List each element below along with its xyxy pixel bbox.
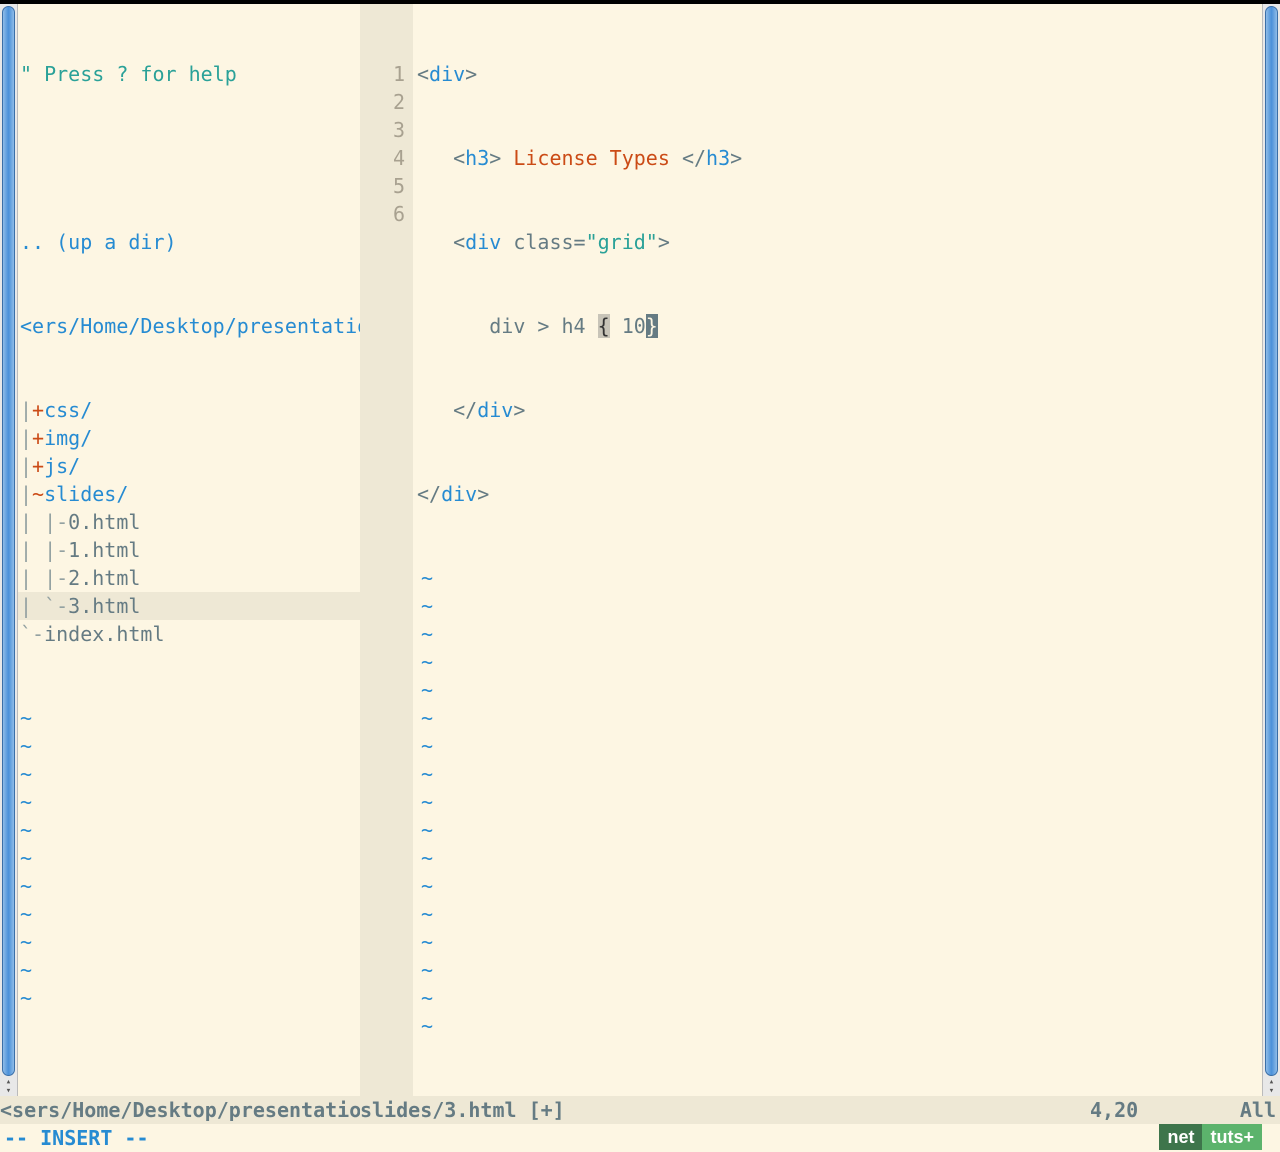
code-line-6: </div> bbox=[417, 480, 1262, 508]
nettuts-logo: net tuts+ bbox=[1159, 1124, 1262, 1150]
tree-entry-3html[interactable]: | `-3.html bbox=[18, 592, 360, 620]
empty-line: ~ bbox=[417, 928, 1262, 956]
tree-help-line: " Press ? for help bbox=[18, 60, 360, 88]
scrollbar-left[interactable]: ▴▾ bbox=[0, 4, 18, 1096]
heading-text: License Types bbox=[501, 146, 682, 170]
empty-line: ~ bbox=[417, 984, 1262, 1012]
code-line-3: <div class="grid"> bbox=[417, 228, 1262, 256]
empty-line: ~ bbox=[18, 872, 360, 900]
code-line-1: <div> bbox=[417, 60, 1262, 88]
empty-line: ~ bbox=[417, 956, 1262, 984]
tree-entry-css[interactable]: |+css/ bbox=[18, 396, 360, 424]
empty-line: ~ bbox=[18, 788, 360, 816]
empty-line: ~ bbox=[417, 788, 1262, 816]
scroll-thumb-right[interactable] bbox=[1265, 6, 1278, 1076]
status-cwd: <sers/Home/Desktop/presentation bbox=[0, 1096, 360, 1124]
status-bar: <sers/Home/Desktop/presentation slides/3… bbox=[0, 1096, 1280, 1124]
scrollbar-right[interactable]: ▴▾ bbox=[1262, 4, 1280, 1096]
line-number: 6 bbox=[363, 200, 405, 228]
empty-line: ~ bbox=[417, 1012, 1262, 1040]
empty-line: ~ bbox=[18, 956, 360, 984]
code-area[interactable]: <div> <h3> License Types </h3> <div clas… bbox=[413, 4, 1262, 1096]
tree-help-quote: " bbox=[20, 62, 44, 86]
empty-line: ~ bbox=[18, 732, 360, 760]
empty-line: ~ bbox=[417, 900, 1262, 928]
code-editor-pane[interactable]: 123456 <div> <h3> License Types </h3> <d… bbox=[363, 4, 1262, 1096]
tree-entry-2html[interactable]: | |-2.html bbox=[18, 564, 360, 592]
empty-line: ~ bbox=[417, 676, 1262, 704]
empty-line: ~ bbox=[18, 816, 360, 844]
tree-entry-indexhtml[interactable]: `-index.html bbox=[18, 620, 360, 648]
status-filename: slides/3.html [+] bbox=[360, 1096, 1090, 1124]
code-line-2: <h3> License Types </h3> bbox=[417, 144, 1262, 172]
empty-line: ~ bbox=[417, 872, 1262, 900]
tree-entry-img[interactable]: |+img/ bbox=[18, 424, 360, 452]
empty-line: ~ bbox=[18, 984, 360, 1012]
empty-line: ~ bbox=[417, 844, 1262, 872]
empty-line: ~ bbox=[417, 732, 1262, 760]
empty-line: ~ bbox=[417, 620, 1262, 648]
empty-line: ~ bbox=[18, 900, 360, 928]
empty-line: ~ bbox=[18, 704, 360, 732]
empty-line: ~ bbox=[18, 928, 360, 956]
line-number-gutter: 123456 bbox=[363, 4, 413, 1096]
file-tree-pane[interactable]: " Press ? for help .. (up a dir) <ers/Ho… bbox=[18, 4, 360, 1096]
empty-line: ~ bbox=[417, 760, 1262, 788]
status-scroll-pct: All bbox=[1230, 1096, 1280, 1124]
line-number: 1 bbox=[363, 60, 405, 88]
line-number: 4 bbox=[363, 144, 405, 172]
tree-up-dir[interactable]: .. (up a dir) bbox=[18, 228, 360, 256]
tree-entry-0html[interactable]: | |-0.html bbox=[18, 508, 360, 536]
mode-line: -- INSERT -- net tuts+ bbox=[0, 1124, 1280, 1152]
scroll-arrows-left[interactable]: ▴▾ bbox=[0, 1078, 17, 1096]
vim-mode: -- INSERT -- bbox=[4, 1126, 149, 1150]
cursor: } bbox=[646, 314, 658, 338]
tree-entry-slides[interactable]: |~slides/ bbox=[18, 480, 360, 508]
line-number: 3 bbox=[363, 116, 405, 144]
empty-line: ~ bbox=[18, 760, 360, 788]
logo-tuts: tuts+ bbox=[1202, 1124, 1262, 1150]
line-number: 5 bbox=[363, 172, 405, 200]
tree-blank bbox=[18, 144, 360, 172]
code-line-4: div > h4 { 10} bbox=[417, 312, 1262, 340]
line-number: 2 bbox=[363, 88, 405, 116]
empty-line: ~ bbox=[417, 564, 1262, 592]
logo-net: net bbox=[1159, 1124, 1202, 1150]
scroll-arrows-right[interactable]: ▴▾ bbox=[1263, 1078, 1280, 1096]
tree-root-path[interactable]: <ers/Home/Desktop/presentation/ bbox=[18, 312, 360, 340]
status-cursor-pos: 4,20 bbox=[1090, 1096, 1230, 1124]
empty-line: ~ bbox=[18, 844, 360, 872]
tree-help-text: Press ? for help bbox=[44, 62, 237, 86]
emmet-expression: div > h4 bbox=[489, 314, 597, 338]
main-split: ▴▾ " Press ? for help .. (up a dir) <ers… bbox=[0, 4, 1280, 1096]
empty-line: ~ bbox=[417, 816, 1262, 844]
tree-entry-js[interactable]: |+js/ bbox=[18, 452, 360, 480]
empty-line: ~ bbox=[417, 648, 1262, 676]
editor-window: ▴▾ " Press ? for help .. (up a dir) <ers… bbox=[0, 4, 1280, 716]
scroll-thumb-left[interactable] bbox=[2, 6, 15, 1076]
brace-open: { bbox=[598, 314, 610, 338]
class-attr-value: "grid" bbox=[586, 230, 658, 254]
code-line-5: </div> bbox=[417, 396, 1262, 424]
empty-line: ~ bbox=[417, 704, 1262, 732]
empty-line: ~ bbox=[417, 592, 1262, 620]
tree-entry-1html[interactable]: | |-1.html bbox=[18, 536, 360, 564]
